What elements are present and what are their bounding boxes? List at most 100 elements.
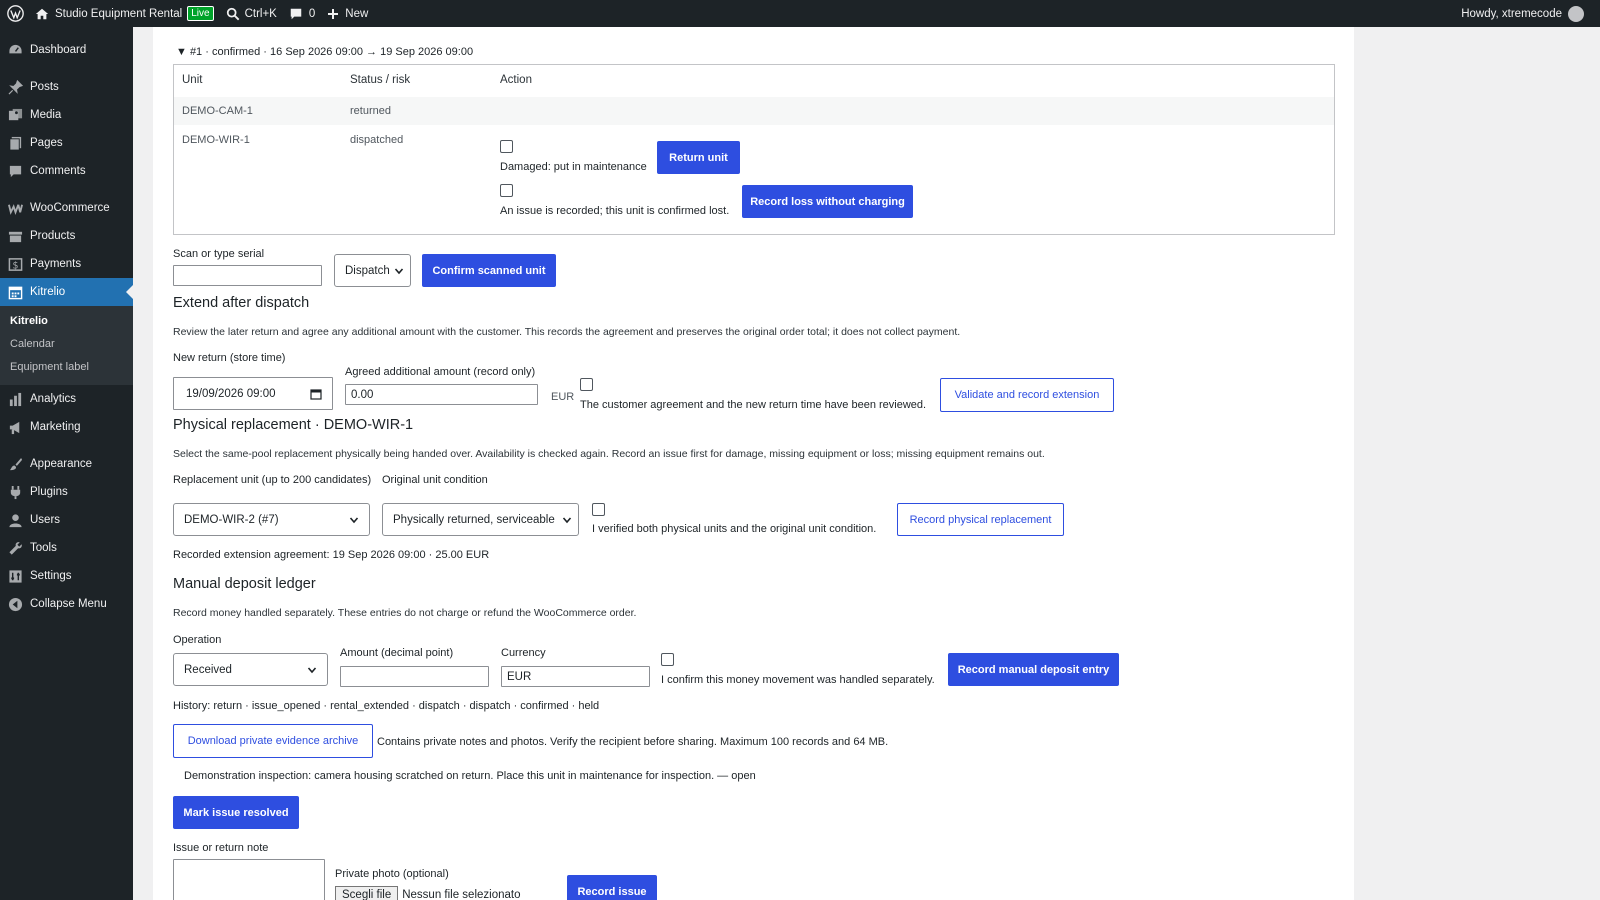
booking-summary[interactable]: ▼ #1 · confirmed · 16 Sep 2026 09:00 → 1… bbox=[176, 46, 473, 58]
operation-select[interactable]: Received bbox=[173, 653, 328, 686]
scan-mode-value: Dispatch bbox=[345, 264, 390, 277]
issue-note-textarea[interactable] bbox=[173, 859, 325, 900]
table-row bbox=[174, 97, 1334, 125]
recorded-extension-note: Recorded extension agreement: 19 Sep 202… bbox=[173, 549, 490, 561]
greeting: Howdy, xtremecode bbox=[1461, 7, 1562, 20]
menu-label: Plugins bbox=[30, 486, 68, 498]
column-header-action: Action bbox=[500, 74, 532, 86]
extension-confirm-checkbox[interactable] bbox=[580, 378, 593, 391]
menu-label: WooCommerce bbox=[30, 202, 110, 214]
photo-file-input[interactable]: Scegli file Nessun file selezionato bbox=[335, 886, 520, 900]
brush-icon bbox=[0, 457, 30, 472]
condition-select[interactable]: Physically returned, serviceable bbox=[382, 503, 579, 536]
unit-cell: DEMO-WIR-1 bbox=[182, 134, 250, 146]
replacement-unit-select[interactable]: DEMO-WIR-2 (#7) bbox=[173, 503, 370, 536]
menu-dashboard[interactable]: Dashboard bbox=[0, 36, 133, 64]
menu-posts[interactable]: Posts bbox=[0, 73, 133, 101]
amount-label: Agreed additional amount (record only) bbox=[345, 366, 536, 378]
menu-marketing[interactable]: Marketing bbox=[0, 413, 133, 441]
scan-serial-input[interactable] bbox=[173, 265, 322, 286]
menu-users[interactable]: Users bbox=[0, 506, 133, 534]
admin-bar: Studio Equipment Rental Live Ctrl+K 0 Ne… bbox=[0, 0, 1600, 27]
menu-label: Posts bbox=[30, 81, 59, 93]
scan-mode-select[interactable]: Dispatch bbox=[334, 254, 411, 287]
verify-units-checkbox[interactable] bbox=[592, 503, 605, 516]
amount-input[interactable]: 0.00 bbox=[345, 384, 538, 405]
menu-comments[interactable]: Comments bbox=[0, 157, 133, 185]
damaged-checkbox[interactable] bbox=[500, 140, 513, 153]
record-issue-button[interactable]: Record issue bbox=[567, 875, 657, 900]
deposit-amount-input[interactable] bbox=[340, 666, 489, 687]
menu-label: Kitrelio bbox=[30, 286, 66, 298]
return-unit-button[interactable]: Return unit bbox=[657, 141, 740, 174]
woo-icon bbox=[0, 201, 30, 216]
replacement-title: Physical replacement · DEMO-WIR-1 bbox=[173, 417, 414, 433]
menu-label: Analytics bbox=[30, 393, 77, 405]
menu-tools[interactable]: Tools bbox=[0, 534, 133, 562]
menu-label: Settings bbox=[30, 570, 72, 582]
issue-lost-checkbox[interactable] bbox=[500, 184, 513, 197]
menu-plugins[interactable]: Plugins bbox=[0, 478, 133, 506]
deposit-currency-input[interactable]: EUR bbox=[501, 666, 650, 687]
extension-confirm-label: The customer agreement and the new retur… bbox=[580, 399, 927, 411]
svg-text:$: $ bbox=[12, 260, 18, 271]
download-evidence-button[interactable]: Download private evidence archive bbox=[173, 724, 373, 758]
payments-icon: $ bbox=[0, 257, 30, 272]
operation-value: Received bbox=[184, 663, 232, 676]
submenu-kitrelio[interactable]: Kitrelio bbox=[0, 310, 133, 333]
menu-payments[interactable]: $ Payments bbox=[0, 250, 133, 278]
wrench-icon bbox=[0, 541, 30, 556]
menu-label: Pages bbox=[30, 137, 63, 149]
user-icon bbox=[0, 513, 30, 528]
unit-cell: DEMO-CAM-1 bbox=[182, 105, 253, 117]
record-replacement-button[interactable]: Record physical replacement bbox=[897, 503, 1064, 536]
booking-panel: ▼ #1 · confirmed · 16 Sep 2026 09:00 → 1… bbox=[153, 27, 1354, 900]
menu-products[interactable]: Products bbox=[0, 222, 133, 250]
operation-label: Operation bbox=[173, 634, 222, 646]
site-name-link[interactable]: Studio Equipment Rental Live bbox=[29, 0, 220, 27]
mark-resolved-button[interactable]: Mark issue resolved bbox=[173, 796, 299, 829]
pages-icon bbox=[0, 136, 30, 151]
avatar bbox=[1568, 5, 1584, 22]
deposit-confirm-checkbox[interactable] bbox=[661, 653, 674, 666]
deposit-description: Record money handled separately. These e… bbox=[173, 607, 637, 619]
issue-lost-label: An issue is recorded; this unit is confi… bbox=[500, 205, 730, 217]
menu-analytics[interactable]: Analytics bbox=[0, 385, 133, 413]
submenu-equipment-label[interactable]: Equipment label bbox=[0, 356, 133, 379]
return-time-input[interactable]: 19/09/2026 09:00 bbox=[173, 377, 333, 410]
status-cell: returned bbox=[350, 105, 391, 117]
menu-appearance[interactable]: Appearance bbox=[0, 450, 133, 478]
record-deposit-button[interactable]: Record manual deposit entry bbox=[948, 653, 1119, 686]
account-menu[interactable]: Howdy, xtremecode bbox=[1455, 0, 1600, 27]
photo-label: Private photo (optional) bbox=[335, 868, 449, 880]
menu-woocommerce[interactable]: WooCommerce bbox=[0, 194, 133, 222]
menu-collapse[interactable]: Collapse Menu bbox=[0, 590, 133, 618]
comments-icon bbox=[0, 164, 30, 179]
media-icon bbox=[0, 108, 30, 123]
command-search[interactable]: Ctrl+K bbox=[220, 0, 283, 27]
pin-icon bbox=[0, 79, 30, 95]
menu-label: Products bbox=[30, 230, 76, 242]
menu-kitrelio[interactable]: Kitrelio bbox=[0, 278, 133, 306]
deposit-confirm-label: I confirm this money movement was handle… bbox=[661, 674, 935, 686]
menu-media[interactable]: Media bbox=[0, 101, 133, 129]
menu-label: Payments bbox=[30, 258, 82, 270]
wordpress-logo-icon[interactable] bbox=[1, 0, 29, 27]
new-content-link[interactable]: New bbox=[321, 0, 374, 27]
record-loss-button[interactable]: Record loss without charging bbox=[742, 185, 913, 218]
submenu-calendar[interactable]: Calendar bbox=[0, 333, 133, 356]
issue-note-label: Issue or return note bbox=[173, 842, 269, 854]
confirm-scanned-button[interactable]: Confirm scanned unit bbox=[422, 254, 556, 287]
comments-link[interactable]: 0 bbox=[283, 0, 321, 27]
replacement-unit-label: Replacement unit (up to 200 candidates) bbox=[173, 474, 372, 486]
admin-sidebar: Dashboard Posts Media Pages Comments Woo… bbox=[0, 27, 133, 900]
calendar-picker-icon[interactable] bbox=[310, 388, 322, 400]
menu-pages[interactable]: Pages bbox=[0, 129, 133, 157]
menu-settings[interactable]: Settings bbox=[0, 562, 133, 590]
inspection-issue: Demonstration inspection: camera housing… bbox=[184, 770, 756, 782]
choose-file-button[interactable]: Scegli file bbox=[335, 886, 399, 900]
menu-label: Dashboard bbox=[30, 44, 87, 56]
calendar-icon bbox=[0, 285, 30, 300]
validate-extension-button[interactable]: Validate and record extension bbox=[940, 378, 1114, 412]
chevron-down-icon bbox=[394, 267, 404, 274]
